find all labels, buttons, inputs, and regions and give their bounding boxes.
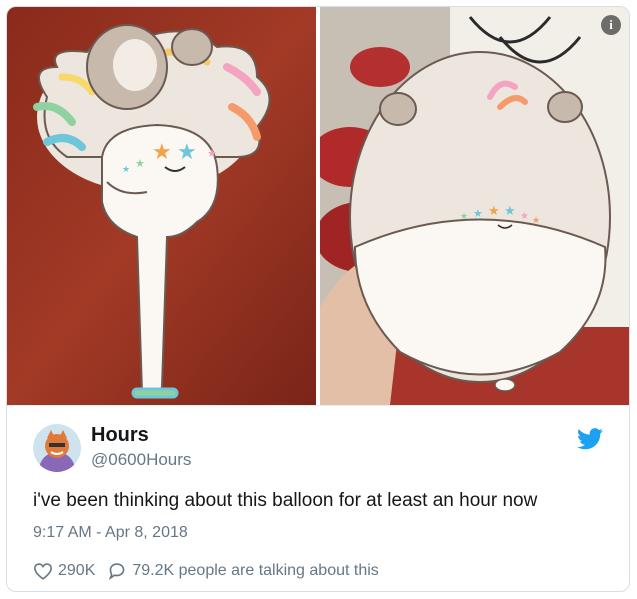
author-handle[interactable]: @0600Hours <box>91 450 191 470</box>
svg-text:★: ★ <box>473 207 483 220</box>
author-name[interactable]: Hours <box>91 424 149 447</box>
svg-text:★: ★ <box>177 140 197 165</box>
balloon-drawing-right: ★ ★ ★ ★ ★ ★ <box>320 7 629 405</box>
tweet-text: i've been thinking about this balloon fo… <box>33 490 538 511</box>
svg-text:★: ★ <box>504 204 516 219</box>
svg-text:★: ★ <box>520 211 529 222</box>
tweet-body: Hours @0600Hours i've been thinking abou… <box>7 405 629 591</box>
like-button[interactable]: 290K <box>33 562 95 580</box>
avatar[interactable] <box>33 424 81 472</box>
reply-bubble-icon <box>109 563 125 580</box>
svg-text:★: ★ <box>152 140 172 165</box>
svg-text:★: ★ <box>488 204 500 219</box>
tweet-card: ★ ★ ★ ★ ★ ★ ★ ★ ★ ★ ★ i Hours @0600Hours… <box>6 6 630 592</box>
twitter-bird-icon[interactable] <box>577 428 603 450</box>
svg-text:★: ★ <box>135 157 145 170</box>
balloon-drawing-left: ★ ★ ★ ★ ★ <box>7 7 316 405</box>
avatar-image <box>33 424 81 472</box>
tweet-timestamp[interactable]: 9:17 AM - Apr 8, 2018 <box>33 524 188 542</box>
heart-icon <box>33 563 53 580</box>
svg-text:★: ★ <box>532 216 540 226</box>
tweet-media: ★ ★ ★ ★ ★ ★ ★ ★ ★ ★ ★ i <box>7 7 629 405</box>
conversation-link[interactable]: 79.2K people are talking about this <box>107 562 379 580</box>
media-photo-left[interactable]: ★ ★ ★ ★ ★ <box>7 7 316 405</box>
svg-text:★: ★ <box>122 165 130 175</box>
svg-text:★: ★ <box>207 147 217 160</box>
like-count: 290K <box>58 562 96 579</box>
info-icon[interactable]: i <box>601 15 621 35</box>
conversation-text: 79.2K people are talking about this <box>132 562 379 579</box>
media-photo-right[interactable]: ★ ★ ★ ★ ★ ★ i <box>320 7 629 405</box>
tweet-stats: 290K 79.2K people are talking about this <box>33 562 379 580</box>
svg-text:★: ★ <box>460 212 468 222</box>
